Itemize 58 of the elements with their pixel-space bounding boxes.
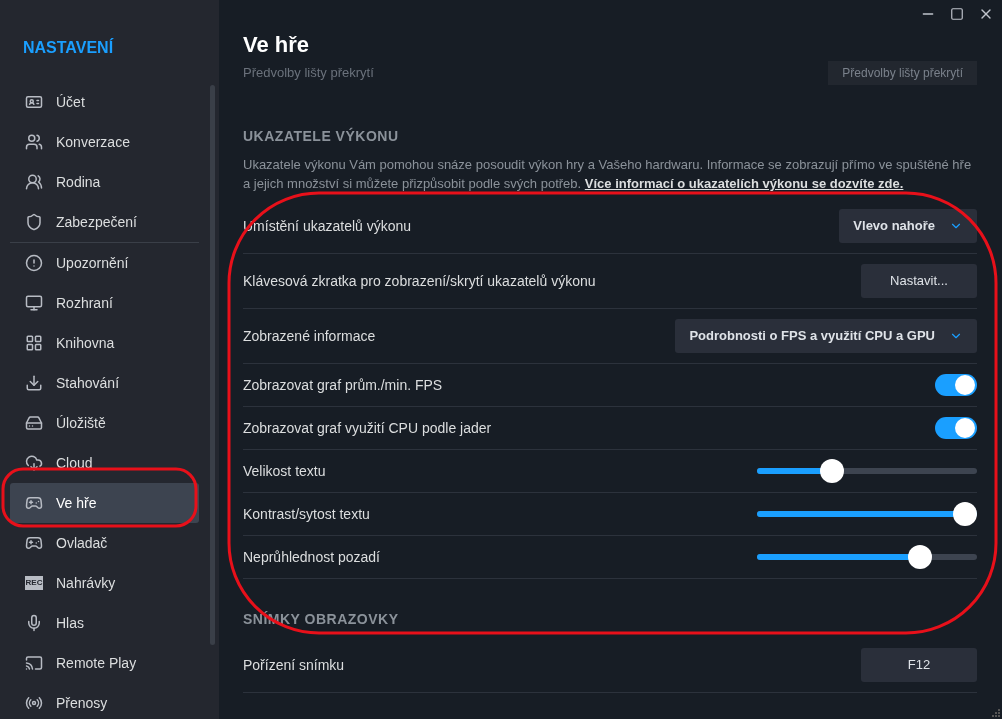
sidebar-item[interactable]: REC Nahrávky bbox=[10, 563, 199, 603]
setting-label: Zobrazené informace bbox=[243, 326, 376, 346]
resize-grip-icon[interactable] bbox=[992, 709, 1000, 717]
people-icon bbox=[25, 173, 43, 191]
setting-label: Kontrast/sytost textu bbox=[243, 504, 370, 524]
setting-label: Neprůhlednost pozadí bbox=[243, 547, 380, 567]
cast-icon bbox=[25, 654, 43, 672]
dropdown[interactable]: Vlevo nahoře bbox=[839, 209, 977, 243]
setting-label: Zobrazovat graf prům./min. FPS bbox=[243, 375, 443, 395]
setting-label: Zobrazovat graf využití CPU podle jader bbox=[243, 418, 492, 438]
section-description: Ukazatele výkonu Vám pomohou snáze posoudit výkon hry a Vašeho hardwaru. Informace se zobrazují přímo ve spuštěné hře a jejich množství si můžete přizpůsobit podle svých potřeb. Více informací o ukazatelích výkonu se dozvíte zde. bbox=[243, 156, 973, 193]
sidebar-item[interactable]: Rozhraní bbox=[10, 283, 199, 323]
toggle-switch[interactable] bbox=[935, 374, 977, 396]
sidebar-item[interactable]: Účet bbox=[10, 82, 199, 122]
sidebar-item[interactable]: Ve hře bbox=[10, 483, 199, 523]
drive-icon bbox=[25, 414, 43, 432]
scrollbar[interactable] bbox=[210, 85, 215, 645]
setting-label: Klávesová zkratka pro zobrazení/skrytí ukazatelů výkonu bbox=[243, 271, 596, 291]
microphone-icon bbox=[25, 614, 43, 632]
setting-label: Pořízení snímku bbox=[243, 655, 345, 675]
action-button[interactable]: Nastavit... bbox=[861, 264, 977, 298]
gamepad-icon bbox=[25, 534, 43, 552]
id-card-icon bbox=[25, 93, 43, 111]
sidebar-item[interactable]: Cloud bbox=[10, 443, 199, 483]
toggle-switch[interactable] bbox=[935, 417, 977, 439]
sidebar-item[interactable]: Knihovna bbox=[10, 323, 199, 363]
sidebar-item[interactable]: Upozornění bbox=[10, 243, 199, 283]
sidebar-item[interactable]: Rodina bbox=[10, 162, 199, 202]
faded-button[interactable]: Předvolby lišty překrytí bbox=[828, 61, 977, 85]
sidebar-item[interactable]: Ovladač bbox=[10, 523, 199, 563]
download-icon bbox=[25, 374, 43, 392]
people-icon bbox=[25, 133, 43, 151]
shield-icon bbox=[25, 213, 43, 231]
sidebar-item[interactable]: Zabezpečení bbox=[10, 202, 199, 242]
slider[interactable] bbox=[757, 502, 977, 526]
gamepad-screen-icon bbox=[25, 494, 43, 512]
slider[interactable] bbox=[757, 545, 977, 569]
action-button[interactable]: F12 bbox=[861, 648, 977, 682]
setting-label: Velikost textu bbox=[243, 461, 326, 481]
broadcast-icon bbox=[25, 694, 43, 712]
dropdown[interactable]: Podrobnosti o FPS a využití CPU a GPU bbox=[675, 319, 977, 353]
sidebar-item[interactable]: Remote Play bbox=[10, 643, 199, 683]
rec-icon: REC bbox=[25, 576, 43, 590]
sidebar-item[interactable]: Úložiště bbox=[10, 403, 199, 443]
sidebar-item[interactable]: Stahování bbox=[10, 363, 199, 403]
alert-icon bbox=[25, 254, 43, 272]
slider[interactable] bbox=[757, 459, 977, 483]
page-title: Ve hře bbox=[243, 31, 310, 59]
sidebar-item[interactable]: Přenosy bbox=[10, 683, 199, 719]
sidebar-title: NASTAVENÍ bbox=[22, 37, 115, 58]
faded-setting-label: Předvolby lišty překrytí bbox=[243, 64, 374, 83]
section-title: UKAZATELE VÝKONU bbox=[243, 126, 400, 146]
sidebar-item[interactable]: Konverzace bbox=[10, 122, 199, 162]
monitor-icon bbox=[25, 294, 43, 312]
grid-icon bbox=[25, 334, 43, 352]
sidebar-item[interactable]: Hlas bbox=[10, 603, 199, 643]
maximize-icon[interactable] bbox=[950, 7, 964, 21]
more-info-link[interactable]: Více informací o ukazatelích výkonu se dozvíte zde. bbox=[584, 176, 904, 191]
